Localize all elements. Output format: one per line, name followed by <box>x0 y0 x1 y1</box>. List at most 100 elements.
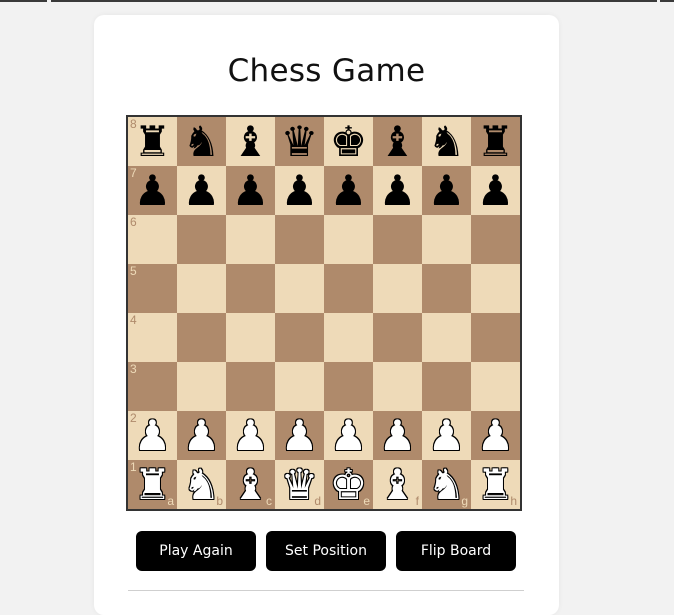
square-c2[interactable]: ♟ <box>226 411 275 460</box>
square-f5[interactable] <box>373 264 422 313</box>
square-e2[interactable]: ♟ <box>324 411 373 460</box>
black-pawn-icon[interactable]: ♟ <box>183 166 221 215</box>
square-e1[interactable]: e ♚ <box>324 460 373 509</box>
white-pawn-icon[interactable]: ♟ <box>281 411 319 460</box>
square-f3[interactable] <box>373 362 422 411</box>
square-h3[interactable] <box>471 362 520 411</box>
square-h7[interactable]: ♟ <box>471 166 520 215</box>
black-rook-icon[interactable]: ♜ <box>134 117 172 166</box>
white-pawn-icon[interactable]: ♟ <box>477 411 515 460</box>
square-f1[interactable]: f ♝ <box>373 460 422 509</box>
square-c6[interactable] <box>226 215 275 264</box>
black-pawn-icon[interactable]: ♟ <box>379 166 417 215</box>
square-b8[interactable]: ♞ <box>177 117 226 166</box>
square-a1[interactable]: 1 a ♜ <box>128 460 177 509</box>
square-h1[interactable]: h ♜ <box>471 460 520 509</box>
square-b6[interactable] <box>177 215 226 264</box>
white-queen-icon[interactable]: ♛ <box>281 460 319 509</box>
square-g6[interactable] <box>422 215 471 264</box>
white-rook-icon[interactable]: ♜ <box>134 460 172 509</box>
square-f6[interactable] <box>373 215 422 264</box>
square-d6[interactable] <box>275 215 324 264</box>
square-e8[interactable]: ♚ <box>324 117 373 166</box>
white-pawn-icon[interactable]: ♟ <box>183 411 221 460</box>
black-queen-icon[interactable]: ♛ <box>281 117 319 166</box>
black-bishop-icon[interactable]: ♝ <box>232 117 270 166</box>
square-h2[interactable]: ♟ <box>471 411 520 460</box>
black-pawn-icon[interactable]: ♟ <box>477 166 515 215</box>
black-bishop-icon[interactable]: ♝ <box>379 117 417 166</box>
square-d5[interactable] <box>275 264 324 313</box>
square-a6[interactable]: 6 <box>128 215 177 264</box>
white-pawn-icon[interactable]: ♟ <box>232 411 270 460</box>
flip-board-button[interactable]: Flip Board <box>396 531 516 571</box>
black-pawn-icon[interactable]: ♟ <box>428 166 466 215</box>
black-king-icon[interactable]: ♚ <box>330 117 368 166</box>
black-pawn-icon[interactable]: ♟ <box>330 166 368 215</box>
square-a8[interactable]: 8 ♜ <box>128 117 177 166</box>
black-pawn-icon[interactable]: ♟ <box>281 166 319 215</box>
square-d3[interactable] <box>275 362 324 411</box>
square-h4[interactable] <box>471 313 520 362</box>
square-g1[interactable]: g ♞ <box>422 460 471 509</box>
square-f8[interactable]: ♝ <box>373 117 422 166</box>
square-e4[interactable] <box>324 313 373 362</box>
black-pawn-icon[interactable]: ♟ <box>134 166 172 215</box>
square-b2[interactable]: ♟ <box>177 411 226 460</box>
black-pawn-icon[interactable]: ♟ <box>232 166 270 215</box>
white-knight-icon[interactable]: ♞ <box>428 460 466 509</box>
square-d2[interactable]: ♟ <box>275 411 324 460</box>
square-b7[interactable]: ♟ <box>177 166 226 215</box>
square-b5[interactable] <box>177 264 226 313</box>
square-e6[interactable] <box>324 215 373 264</box>
square-c1[interactable]: c ♝ <box>226 460 275 509</box>
square-e7[interactable]: ♟ <box>324 166 373 215</box>
square-g4[interactable] <box>422 313 471 362</box>
set-position-button[interactable]: Set Position <box>266 531 386 571</box>
square-b3[interactable] <box>177 362 226 411</box>
white-pawn-icon[interactable]: ♟ <box>134 411 172 460</box>
square-g7[interactable]: ♟ <box>422 166 471 215</box>
square-f7[interactable]: ♟ <box>373 166 422 215</box>
square-f4[interactable] <box>373 313 422 362</box>
square-h8[interactable]: ♜ <box>471 117 520 166</box>
square-a5[interactable]: 5 <box>128 264 177 313</box>
square-h5[interactable] <box>471 264 520 313</box>
chess-board[interactable]: 8 ♜ ♞ ♝ ♛ ♚ ♝ ♞ ♜ 7 ♟ ♟ ♟ ♟ ♟ ♟ ♟ ♟ 6 5 4 3 2 ♟ ♟ ♟ ♟ ♟ ♟ ♟ ♟ 1 a ♜ b ♞ c ♝ d ♛… <box>126 115 522 511</box>
square-h6[interactable] <box>471 215 520 264</box>
square-g3[interactable] <box>422 362 471 411</box>
square-g2[interactable]: ♟ <box>422 411 471 460</box>
white-pawn-icon[interactable]: ♟ <box>428 411 466 460</box>
square-a3[interactable]: 3 <box>128 362 177 411</box>
square-f2[interactable]: ♟ <box>373 411 422 460</box>
white-king-icon[interactable]: ♚ <box>330 460 368 509</box>
square-d7[interactable]: ♟ <box>275 166 324 215</box>
square-b4[interactable] <box>177 313 226 362</box>
black-knight-icon[interactable]: ♞ <box>183 117 221 166</box>
white-bishop-icon[interactable]: ♝ <box>232 460 270 509</box>
square-a7[interactable]: 7 ♟ <box>128 166 177 215</box>
square-a2[interactable]: 2 ♟ <box>128 411 177 460</box>
black-knight-icon[interactable]: ♞ <box>428 117 466 166</box>
white-pawn-icon[interactable]: ♟ <box>379 411 417 460</box>
black-rook-icon[interactable]: ♜ <box>477 117 515 166</box>
square-d8[interactable]: ♛ <box>275 117 324 166</box>
square-c7[interactable]: ♟ <box>226 166 275 215</box>
square-d1[interactable]: d ♛ <box>275 460 324 509</box>
white-pawn-icon[interactable]: ♟ <box>330 411 368 460</box>
white-knight-icon[interactable]: ♞ <box>183 460 221 509</box>
square-e3[interactable] <box>324 362 373 411</box>
square-e5[interactable] <box>324 264 373 313</box>
play-again-button[interactable]: Play Again <box>136 531 256 571</box>
square-c5[interactable] <box>226 264 275 313</box>
square-c4[interactable] <box>226 313 275 362</box>
white-rook-icon[interactable]: ♜ <box>477 460 515 509</box>
square-c8[interactable]: ♝ <box>226 117 275 166</box>
white-bishop-icon[interactable]: ♝ <box>379 460 417 509</box>
square-b1[interactable]: b ♞ <box>177 460 226 509</box>
square-g5[interactable] <box>422 264 471 313</box>
square-c3[interactable] <box>226 362 275 411</box>
square-d4[interactable] <box>275 313 324 362</box>
square-g8[interactable]: ♞ <box>422 117 471 166</box>
square-a4[interactable]: 4 <box>128 313 177 362</box>
